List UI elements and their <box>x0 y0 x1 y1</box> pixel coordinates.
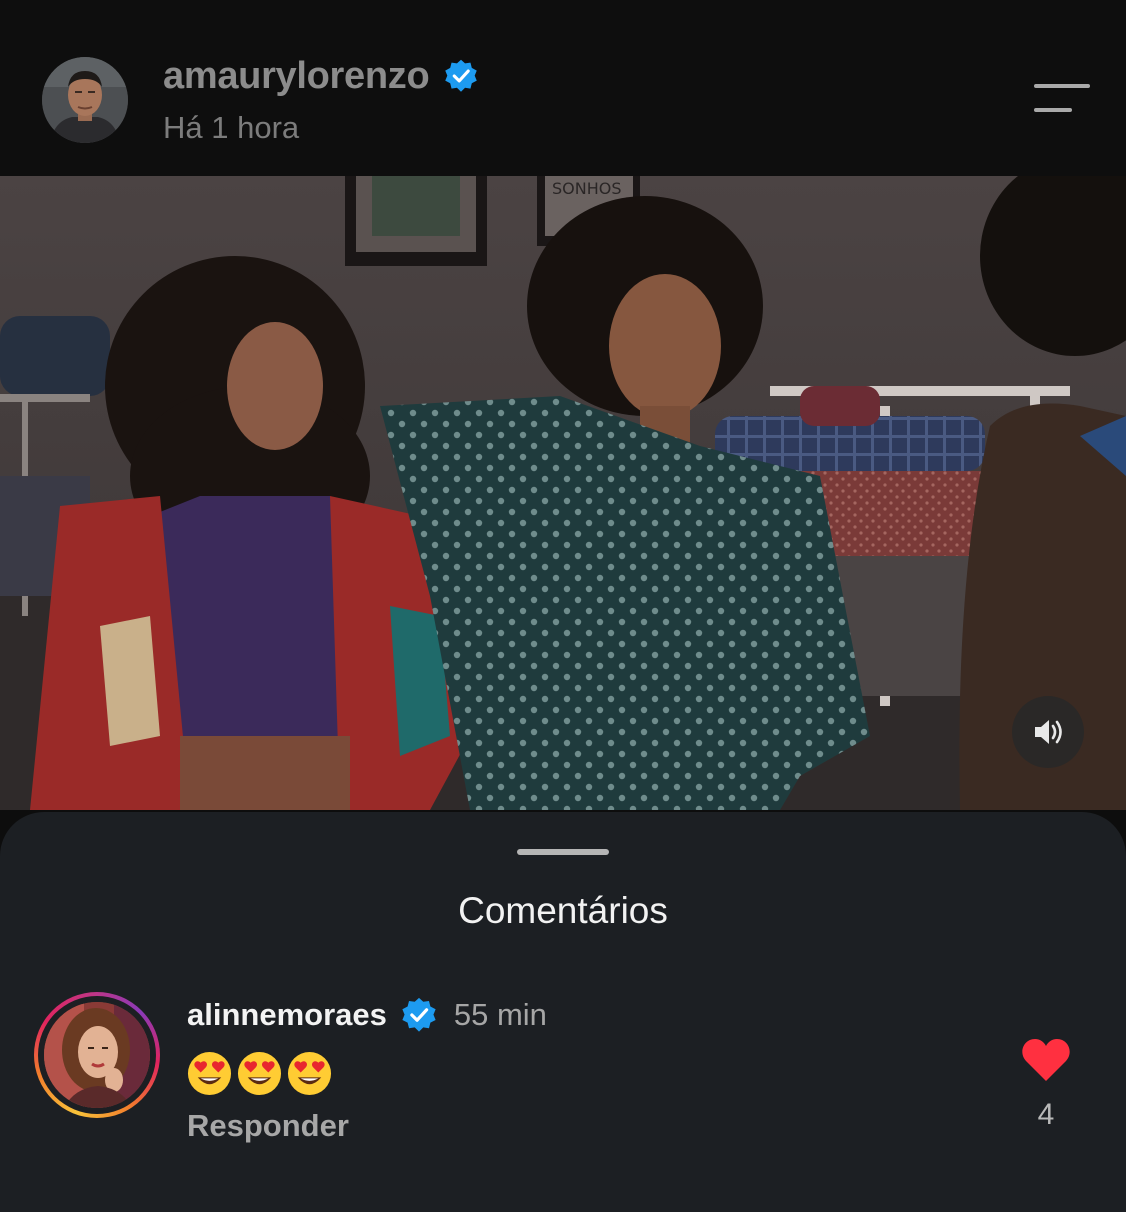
menu-bar-long <box>1034 84 1090 88</box>
post-header: amaurylorenzo Há 1 hora <box>0 0 1126 176</box>
comments-title: Comentários <box>458 890 668 931</box>
commenter-avatar-image <box>44 1002 150 1108</box>
heart-eyes-emoji-icon <box>287 1051 332 1096</box>
commenter-username[interactable]: alinnemoraes <box>187 997 387 1033</box>
comment-timestamp: 55 min <box>453 997 547 1032</box>
heart-eyes-emoji-icon <box>237 1051 282 1096</box>
comments-sheet: Comentários alinnemoraes 55 min Responde… <box>0 812 1126 1212</box>
video-frame: SONHOS <box>0 176 1126 810</box>
sheet-drag-handle[interactable] <box>517 849 609 855</box>
commenter-avatar <box>44 1002 150 1108</box>
commenter-avatar-story-ring[interactable] <box>34 992 160 1118</box>
speaker-icon <box>1035 720 1062 744</box>
author-avatar[interactable] <box>42 57 128 143</box>
video-player[interactable]: SONHOS <box>0 176 1126 810</box>
menu-icon[interactable] <box>1028 80 1094 120</box>
reply-button[interactable]: Responder <box>187 1108 349 1144</box>
heart-icon <box>1022 1039 1070 1081</box>
poster-text: SONHOS <box>552 179 622 198</box>
sound-toggle-button[interactable] <box>1012 696 1084 768</box>
verified-badge-icon <box>402 997 436 1032</box>
verified-badge-icon <box>445 59 478 92</box>
author-username[interactable]: amaurylorenzo <box>163 55 430 98</box>
comment-header: alinnemoraes 55 min <box>187 993 547 1037</box>
like-button[interactable] <box>1020 1037 1072 1083</box>
menu-bar-short <box>1034 108 1072 112</box>
heart-eyes-emoji-icon <box>187 1051 232 1096</box>
comment-text: 😍😍😍 <box>186 1050 333 1097</box>
author-avatar-image <box>42 57 128 143</box>
author-name-row: amaurylorenzo <box>163 50 479 102</box>
post-timestamp: Há 1 hora <box>163 110 300 145</box>
like-count: 4 <box>1037 1098 1055 1131</box>
